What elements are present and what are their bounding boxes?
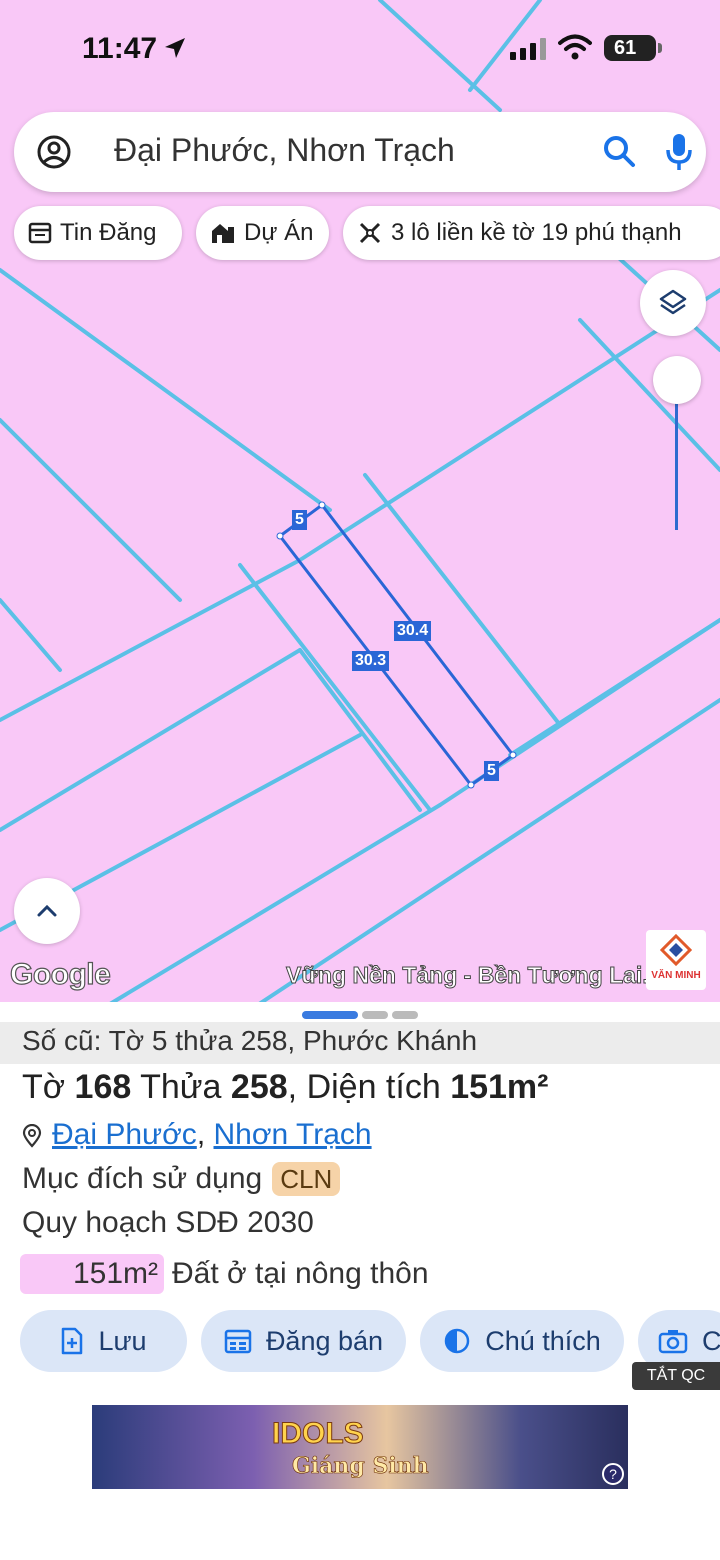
save-button[interactable]: Lưu bbox=[20, 1310, 187, 1372]
close-ad-button[interactable]: TẮT QC bbox=[632, 1362, 720, 1390]
building-icon bbox=[212, 224, 234, 243]
sheet-drag-handle[interactable] bbox=[302, 1011, 418, 1019]
sheet-number: 168 bbox=[74, 1068, 132, 1106]
legend-label: Chú thích bbox=[485, 1325, 601, 1356]
chip-projects[interactable]: Dự Án bbox=[196, 206, 329, 260]
wifi-icon bbox=[558, 34, 592, 60]
legend-button[interactable]: Chú thích bbox=[420, 1310, 624, 1372]
chip-label: Tin Đăng bbox=[60, 219, 157, 246]
map-view[interactable]: 5 30.4 30.3 5 11:47 61 Đại Phước, Nhơn T… bbox=[0, 0, 720, 1010]
old-parcel-info: Số cũ: Tờ 5 thửa 258, Phước Khánh bbox=[0, 1022, 720, 1064]
cellular-signal-icon bbox=[510, 38, 546, 60]
listing-icon bbox=[28, 222, 52, 244]
save-icon bbox=[62, 1327, 83, 1355]
chip-measurement[interactable]: 3 lô liền kề tờ 19 phú thạnh bbox=[343, 206, 720, 260]
camera-label: C bbox=[702, 1325, 720, 1356]
ad-title: IDOLS bbox=[272, 1417, 365, 1451]
chip-label: 3 lô liền kề tờ 19 phú thạnh bbox=[391, 219, 682, 246]
land-use-type: Đất ở tại nông thôn bbox=[172, 1257, 429, 1290]
status-time: 11:47 bbox=[82, 32, 158, 65]
ad-banner[interactable]: IDOLS Giáng Sinh ? bbox=[92, 1405, 628, 1489]
ad-help-icon[interactable]: ? bbox=[602, 1463, 624, 1485]
battery-indicator: 61 bbox=[604, 35, 662, 61]
dimension-label: 30.3 bbox=[352, 651, 390, 671]
area-value: 151m² bbox=[450, 1068, 549, 1106]
expand-up-button[interactable] bbox=[14, 878, 80, 944]
land-use-swatch: 151m² bbox=[20, 1254, 164, 1294]
search-bar[interactable]: Đại Phước, Nhơn Trạch bbox=[14, 112, 706, 192]
post-sale-label: Đăng bán bbox=[265, 1325, 384, 1356]
google-attribution: Google bbox=[9, 957, 111, 991]
parcel-title: Tờ 168 Thửa 258, Diện tích 151m² bbox=[22, 1068, 549, 1106]
opacity-slider-knob[interactable] bbox=[653, 356, 701, 404]
area-label: Diện tích bbox=[306, 1068, 441, 1106]
legend-icon bbox=[444, 1328, 470, 1354]
brand-name: VĂN MINH bbox=[651, 970, 701, 981]
dimension-label: 5 bbox=[292, 510, 307, 530]
district-link[interactable]: Nhơn Trạch bbox=[214, 1118, 372, 1151]
account-icon[interactable] bbox=[36, 134, 72, 170]
camera-icon bbox=[658, 1330, 688, 1354]
status-bar: 11:47 61 bbox=[0, 0, 720, 100]
layers-icon bbox=[659, 289, 687, 315]
post-sale-icon bbox=[224, 1329, 252, 1354]
search-query[interactable]: Đại Phước, Nhơn Trạch bbox=[114, 132, 455, 169]
post-sale-button[interactable]: Đăng bán bbox=[201, 1310, 406, 1372]
brand-logo: VĂN MINH bbox=[646, 930, 706, 990]
chip-listings[interactable]: Tin Đăng bbox=[14, 206, 182, 260]
purpose-label: Mục đích sử dụng bbox=[22, 1162, 263, 1195]
brand-logo-mark bbox=[660, 934, 692, 967]
layers-button[interactable] bbox=[640, 270, 706, 336]
purpose-code-badge: CLN bbox=[272, 1162, 341, 1196]
chevron-up-icon bbox=[37, 904, 57, 917]
ward-link[interactable]: Đại Phước bbox=[52, 1118, 197, 1151]
land-use-row: 151m² Đất ở tại nông thôn bbox=[20, 1254, 429, 1294]
location-arrow-icon bbox=[165, 38, 185, 58]
plot-label: Thửa bbox=[140, 1068, 222, 1106]
microphone-icon[interactable] bbox=[664, 132, 694, 172]
planning-label: Quy hoạch SDĐ 2030 bbox=[22, 1206, 314, 1239]
parcel-address: Đại Phước, Nhơn Trạch bbox=[22, 1118, 372, 1152]
land-purpose: Mục đích sử dụng CLN bbox=[22, 1162, 341, 1196]
watermark-slogan: Vững Nền Tảng - Bền Tương Lai. bbox=[286, 962, 650, 989]
chip-label: Dự Án bbox=[244, 219, 314, 246]
sheet-label: Tờ bbox=[22, 1068, 66, 1106]
search-icon[interactable] bbox=[602, 134, 636, 168]
dimension-label: 30.4 bbox=[394, 621, 432, 641]
plot-number: 258 bbox=[230, 1068, 288, 1106]
dimension-label: 5 bbox=[484, 761, 499, 781]
location-pin-icon bbox=[22, 1124, 42, 1148]
measure-icon bbox=[359, 222, 381, 244]
address-separator: , bbox=[196, 1118, 206, 1151]
ad-subtitle: Giáng Sinh bbox=[292, 1453, 429, 1480]
save-label: Lưu bbox=[98, 1325, 147, 1356]
